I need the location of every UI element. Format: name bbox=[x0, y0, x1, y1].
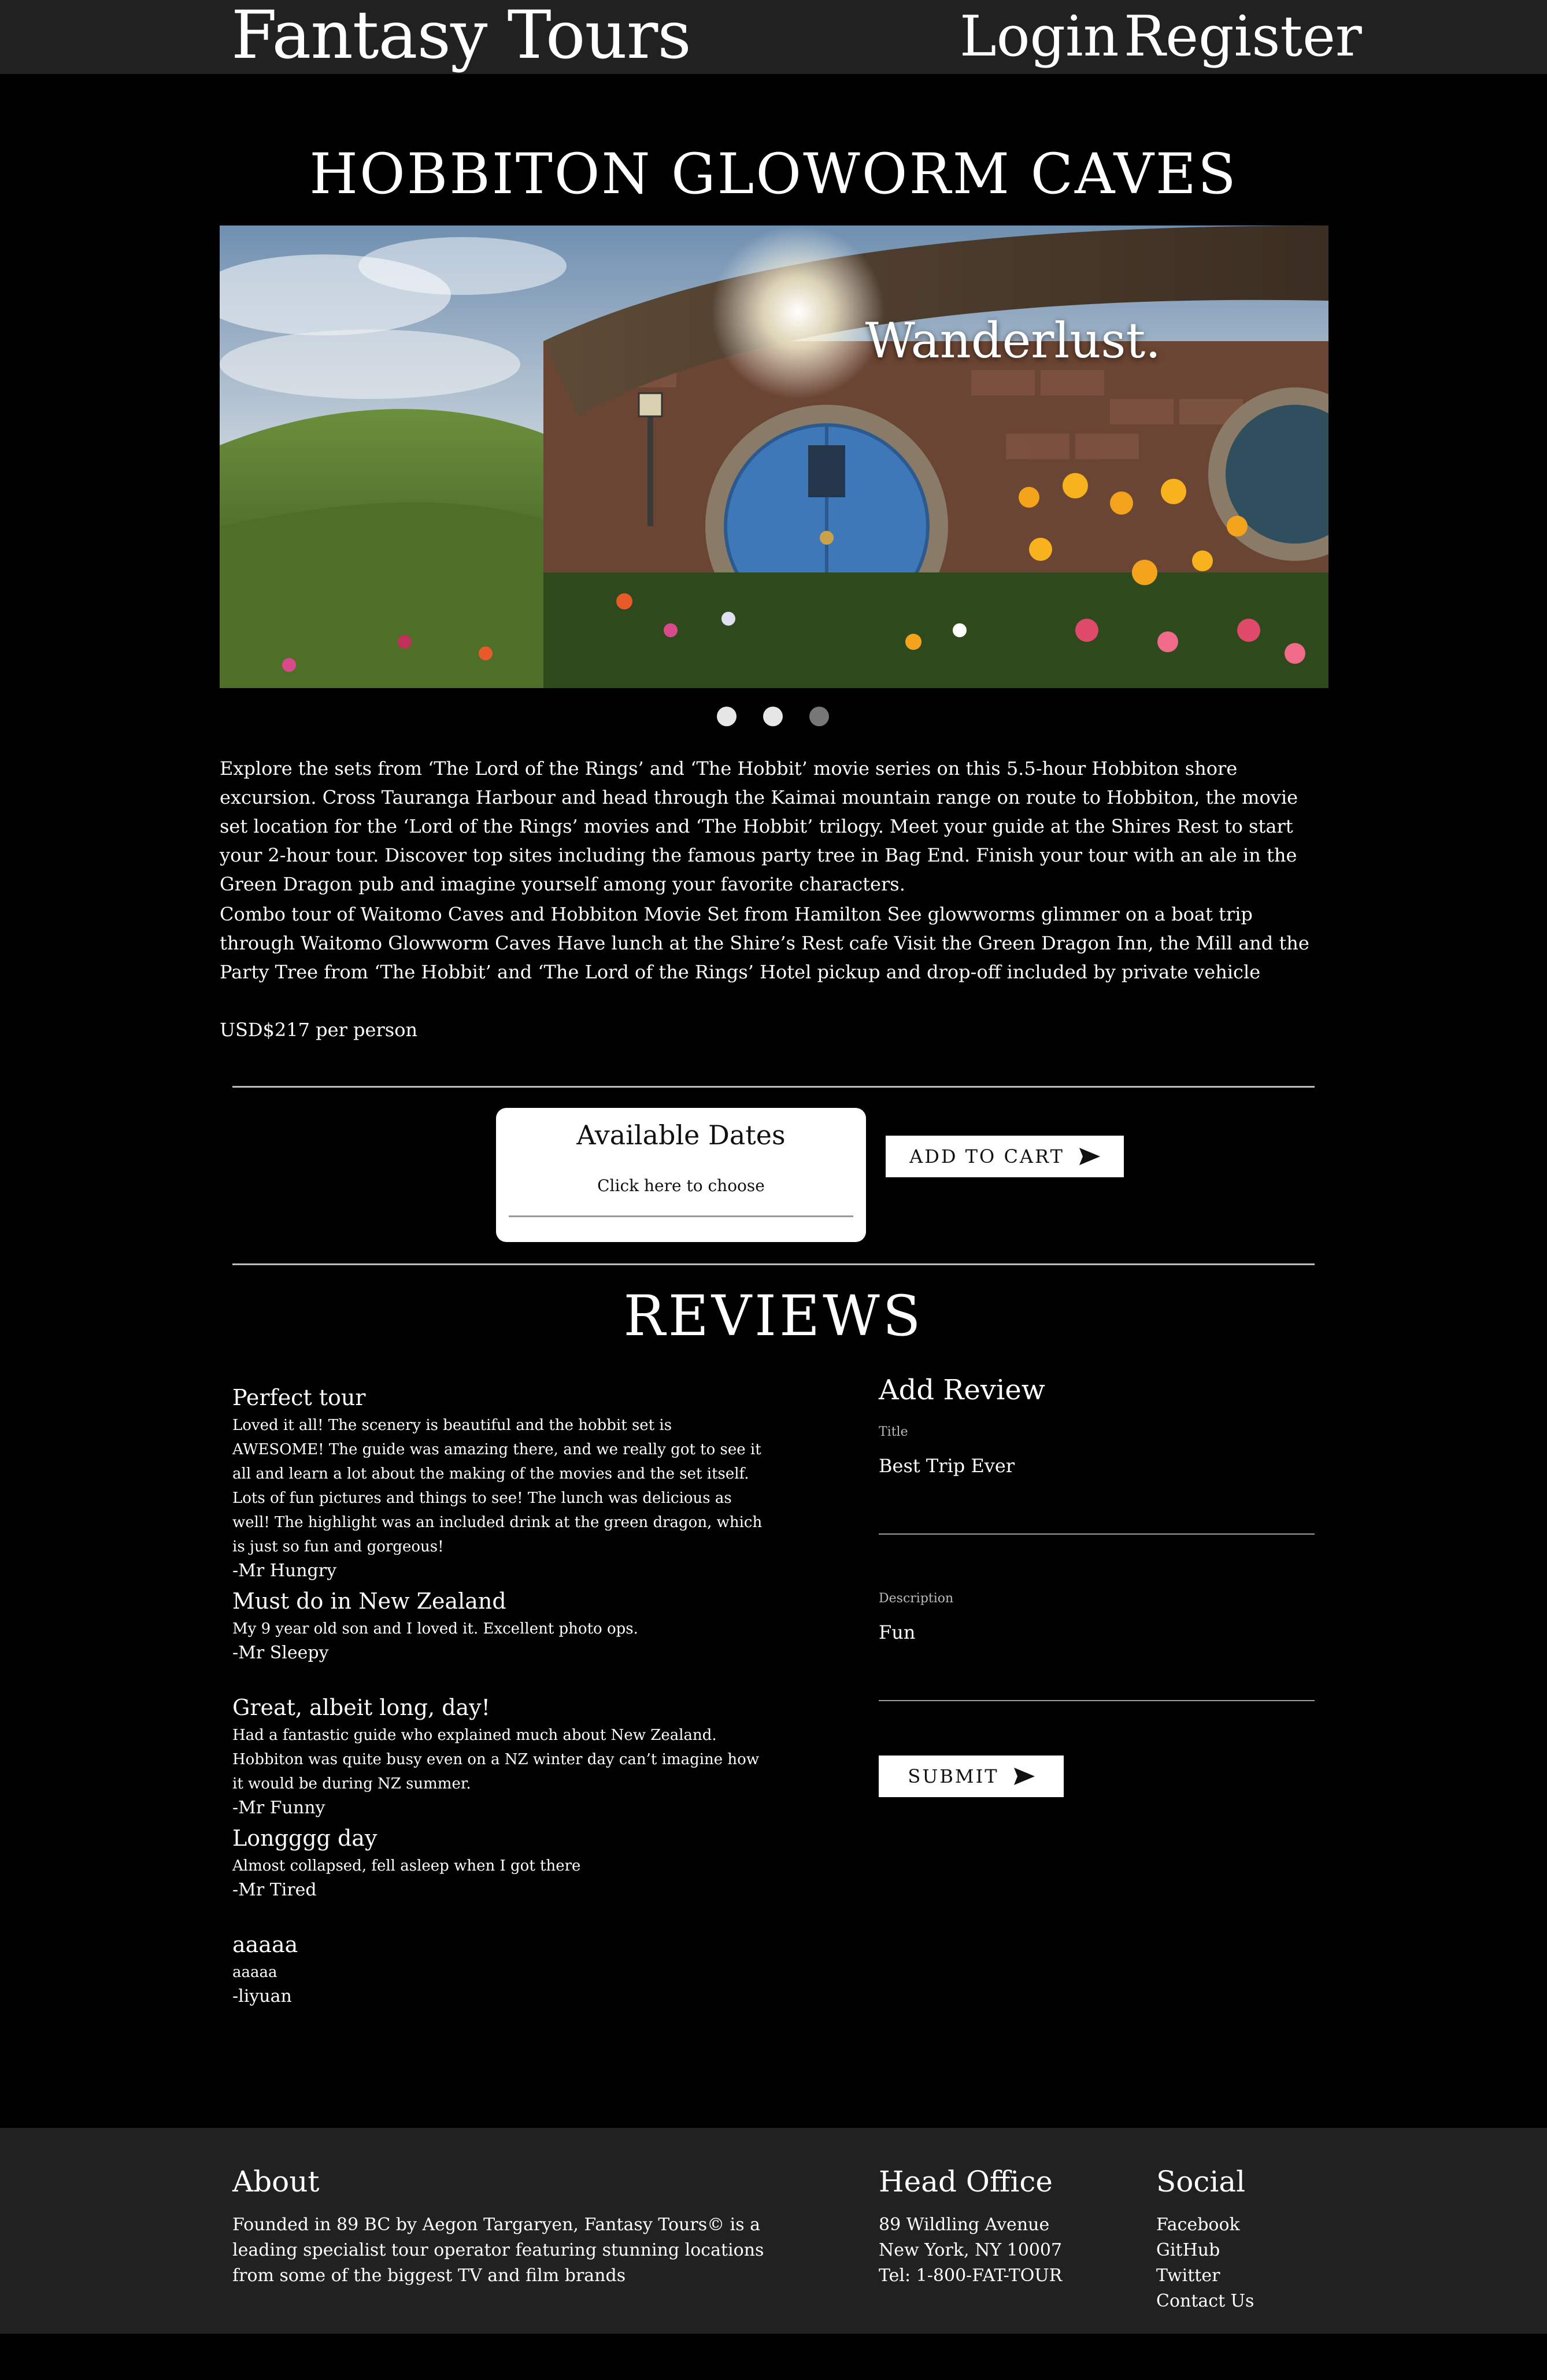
review-body: My 9 year old son and I loved it. Excell… bbox=[232, 1620, 638, 1638]
review-item: Must do in New Zealand My 9 year old son… bbox=[232, 1586, 764, 1665]
footer-office-heading: Head Office bbox=[879, 2165, 1053, 2198]
review-description-input[interactable]: Fun bbox=[879, 1621, 915, 1643]
footer-about-heading: About bbox=[232, 2165, 320, 2198]
review-item: Longggg day Almost collapsed, fell aslee… bbox=[232, 1823, 764, 1902]
review-item: Great, albeit long, day! Had a fantastic… bbox=[232, 1692, 764, 1820]
hobbit-hole-image bbox=[220, 226, 1328, 688]
divider bbox=[232, 1263, 1315, 1265]
divider bbox=[232, 1086, 1315, 1088]
review-author: -Mr Hungry bbox=[232, 1561, 337, 1581]
contact-us-link[interactable]: Contact Us bbox=[1156, 2289, 1254, 2314]
date-choose-input[interactable]: Click here to choose bbox=[496, 1176, 866, 1195]
carousel-dot-2[interactable] bbox=[763, 707, 783, 726]
review-item: aaaaa aaaaa -liyuan bbox=[232, 1929, 764, 2009]
footer-social-heading: Social bbox=[1156, 2165, 1246, 2198]
submit-label: SUBMIT bbox=[908, 1765, 999, 1787]
page-title: HOBBITON GLOWORM CAVES bbox=[309, 142, 1238, 206]
add-to-cart-button[interactable]: ADD TO CART bbox=[886, 1136, 1124, 1177]
add-to-cart-label: ADD TO CART bbox=[909, 1145, 1064, 1167]
review-author: -Mr Tired bbox=[232, 1880, 317, 1900]
brand-logo[interactable]: Fantasy Tours bbox=[231, 2, 691, 68]
review-body: Loved it all! The scenery is beautiful a… bbox=[232, 1417, 763, 1555]
reviews-heading: REVIEWS bbox=[623, 1284, 924, 1348]
carousel-dot-1[interactable] bbox=[717, 707, 737, 726]
review-description-underline bbox=[879, 1700, 1315, 1701]
review-body: Had a fantastic guide who explained much… bbox=[232, 1727, 760, 1793]
review-author: -Mr Funny bbox=[232, 1798, 325, 1818]
submit-review-button[interactable]: SUBMIT bbox=[879, 1756, 1064, 1797]
review-author: -Mr Sleepy bbox=[232, 1643, 329, 1663]
tour-description-2: Combo tour of Waitomo Caves and Hobbiton… bbox=[220, 903, 1309, 983]
github-link[interactable]: GitHub bbox=[1156, 2238, 1254, 2263]
footer: About Founded in 89 BC by Aegon Targarye… bbox=[0, 2128, 1547, 2334]
available-dates-title: Available Dates bbox=[576, 1119, 786, 1151]
review-author: -liyuan bbox=[232, 1986, 292, 2006]
review-body: Almost collapsed, fell asleep when I got… bbox=[232, 1857, 581, 1875]
review-title: aaaaa bbox=[232, 1932, 298, 1957]
image-carousel[interactable]: Wanderlust. bbox=[220, 226, 1328, 688]
review-title-input[interactable]: Best Trip Ever bbox=[879, 1455, 1015, 1477]
footer-about-text: Founded in 89 BC by Aegon Targaryen, Fan… bbox=[232, 2215, 764, 2286]
review-title: Great, albeit long, day! bbox=[232, 1695, 490, 1720]
phone-line: Tel: 1-800-FAT-TOUR bbox=[879, 2266, 1063, 2286]
add-review-heading: Add Review bbox=[879, 1374, 1045, 1406]
send-icon bbox=[1079, 1148, 1100, 1165]
register-link[interactable]: Register bbox=[1124, 5, 1362, 68]
carousel-dot-3[interactable] bbox=[809, 707, 829, 726]
address-line: New York, NY 10007 bbox=[879, 2240, 1063, 2260]
review-title-underline bbox=[879, 1533, 1315, 1535]
send-icon bbox=[1013, 1768, 1035, 1785]
top-nav: Fantasy Tours Login Register bbox=[0, 0, 1547, 74]
footer-social-links: Facebook GitHub Twitter Contact Us bbox=[1156, 2212, 1254, 2314]
tour-price: USD$217 per person bbox=[220, 1019, 418, 1041]
login-link[interactable]: Login bbox=[960, 5, 1119, 68]
review-description-label: Description bbox=[879, 1591, 954, 1606]
review-title: Perfect tour bbox=[232, 1385, 366, 1410]
review-body: aaaaa bbox=[232, 1964, 277, 1981]
facebook-link[interactable]: Facebook bbox=[1156, 2212, 1254, 2238]
review-title: Must do in New Zealand bbox=[232, 1588, 506, 1614]
twitter-link[interactable]: Twitter bbox=[1156, 2263, 1254, 2289]
review-title-label: Title bbox=[879, 1425, 908, 1439]
tour-description-1: Explore the sets from ‘The Lord of the R… bbox=[220, 757, 1298, 895]
date-input-underline bbox=[509, 1215, 853, 1217]
address-line: 89 Wildling Avenue bbox=[879, 2215, 1050, 2235]
review-title: Longggg day bbox=[232, 1825, 378, 1851]
review-item: Perfect tour Loved it all! The scenery i… bbox=[232, 1382, 764, 1583]
carousel-caption: Wanderlust. bbox=[865, 312, 1161, 369]
available-dates-picker[interactable]: Available Dates Click here to choose bbox=[496, 1108, 866, 1242]
footer-office-address: 89 Wildling Avenue New York, NY 10007 Te… bbox=[879, 2212, 1062, 2289]
